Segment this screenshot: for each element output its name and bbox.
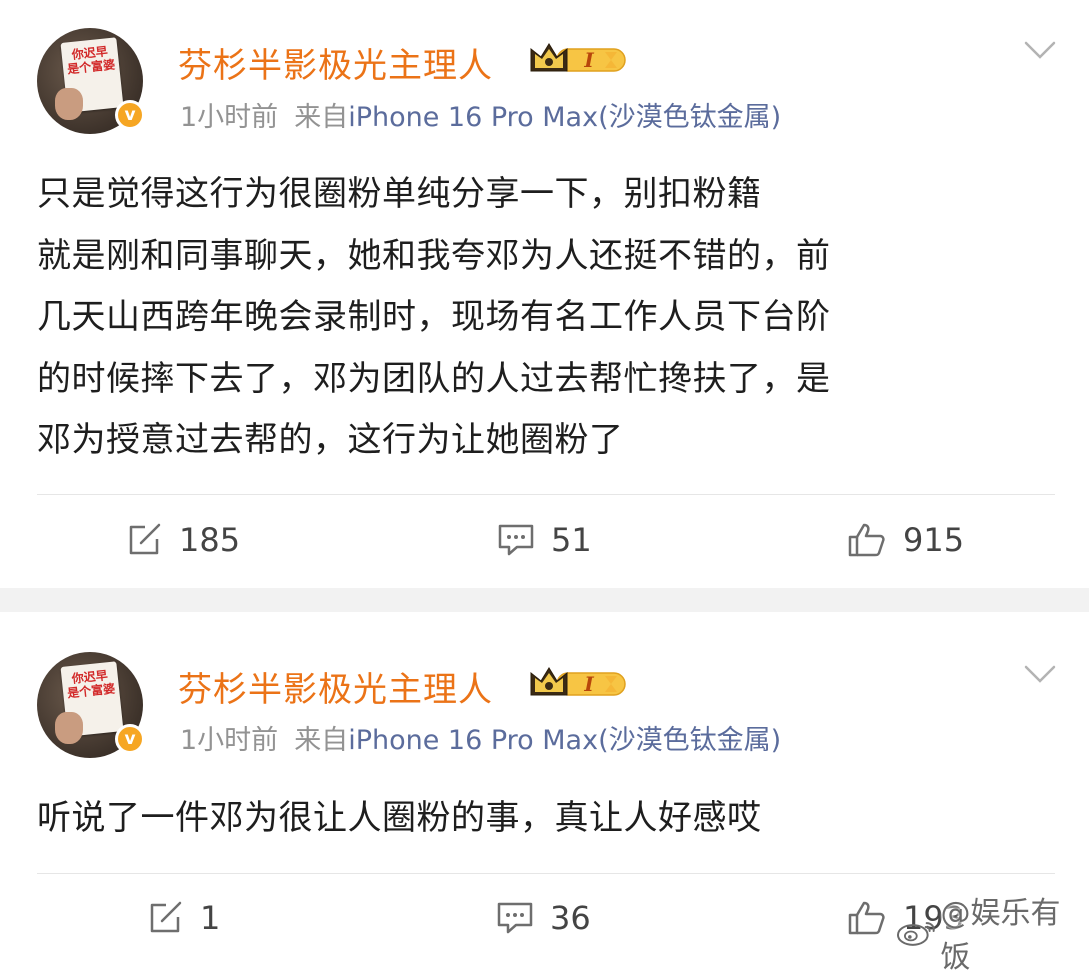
post-time: 1小时前 xyxy=(180,102,279,133)
level-badge-text: I xyxy=(583,672,594,696)
comment-icon xyxy=(498,524,534,556)
post-source[interactable]: iPhone 16 Pro Max(沙漠色钛金属) xyxy=(348,725,781,756)
avatar[interactable]: 你迟早 是个富婆 v xyxy=(37,28,145,134)
action-bar: 185 51 915 xyxy=(0,510,1089,570)
post-meta: 1小时前 来自iPhone 16 Pro Max(沙漠色钛金属) xyxy=(180,95,781,134)
from-label: 来自 xyxy=(294,102,349,133)
comment-button[interactable]: 51 xyxy=(497,510,592,570)
post-content[interactable]: 只是觉得这行为很圈粉单纯分享一下，别扣粉籍 就是刚和同事聊天，她和我夸邓为人还挺… xyxy=(37,164,1047,472)
avatar[interactable]: 你迟早 是个富婆 v xyxy=(37,652,145,758)
post-time: 1小时前 xyxy=(180,725,279,756)
repost-count: 1 xyxy=(200,899,221,937)
crown-icon[interactable]: I xyxy=(527,664,627,702)
verified-badge: v xyxy=(115,100,145,130)
comment-icon xyxy=(497,902,533,934)
weibo-post: 你迟早 是个富婆 v 芬杉半影极光主理人 I 1小时前 来自iPhone 16 P… xyxy=(0,612,1089,960)
post-content[interactable]: 听说了一件邓为很让人圈粉的事，真让人好感哎 xyxy=(37,788,1047,850)
like-icon xyxy=(848,523,885,557)
avatar-thumb xyxy=(55,88,83,120)
from-label: 来自 xyxy=(294,725,349,756)
avatar-card-text: 你迟早 是个富婆 xyxy=(66,44,116,77)
like-count: 915 xyxy=(903,521,965,559)
like-icon xyxy=(848,901,885,935)
username[interactable]: 芬杉半影极光主理人 xyxy=(178,38,493,87)
weibo-post: 你迟早 是个富婆 v 芬杉半影极光主理人 I 1小时前 来自iPhone 16 P… xyxy=(0,0,1089,588)
repost-button[interactable]: 1 xyxy=(148,888,220,948)
repost-count: 185 xyxy=(179,521,241,559)
watermark: @娱乐有饭 xyxy=(895,896,1089,975)
username[interactable]: 芬杉半影极光主理人 xyxy=(178,662,493,711)
divider xyxy=(37,494,1055,495)
crown-icon[interactable]: I xyxy=(527,40,627,78)
divider xyxy=(37,873,1055,874)
post-source[interactable]: iPhone 16 Pro Max(沙漠色钛金属) xyxy=(348,102,781,133)
comment-count: 51 xyxy=(551,521,592,559)
level-badge-text: I xyxy=(583,48,594,72)
watermark-text: @娱乐有饭 xyxy=(940,896,1061,975)
post-meta: 1小时前 来自iPhone 16 Pro Max(沙漠色钛金属) xyxy=(180,718,781,757)
verified-badge: v xyxy=(115,724,145,754)
avatar-card-text: 你迟早 是个富婆 xyxy=(66,668,116,701)
post-separator xyxy=(0,588,1089,612)
chevron-down-icon[interactable] xyxy=(1024,664,1056,684)
weibo-logo-icon xyxy=(896,922,935,946)
like-button[interactable]: 915 xyxy=(847,510,964,570)
comment-button[interactable]: 36 xyxy=(496,888,591,948)
repost-icon xyxy=(129,523,161,555)
repost-button[interactable]: 185 xyxy=(127,510,240,570)
avatar-thumb xyxy=(55,712,83,744)
repost-icon xyxy=(150,901,182,933)
chevron-down-icon[interactable] xyxy=(1024,40,1056,60)
comment-count: 36 xyxy=(550,899,591,937)
